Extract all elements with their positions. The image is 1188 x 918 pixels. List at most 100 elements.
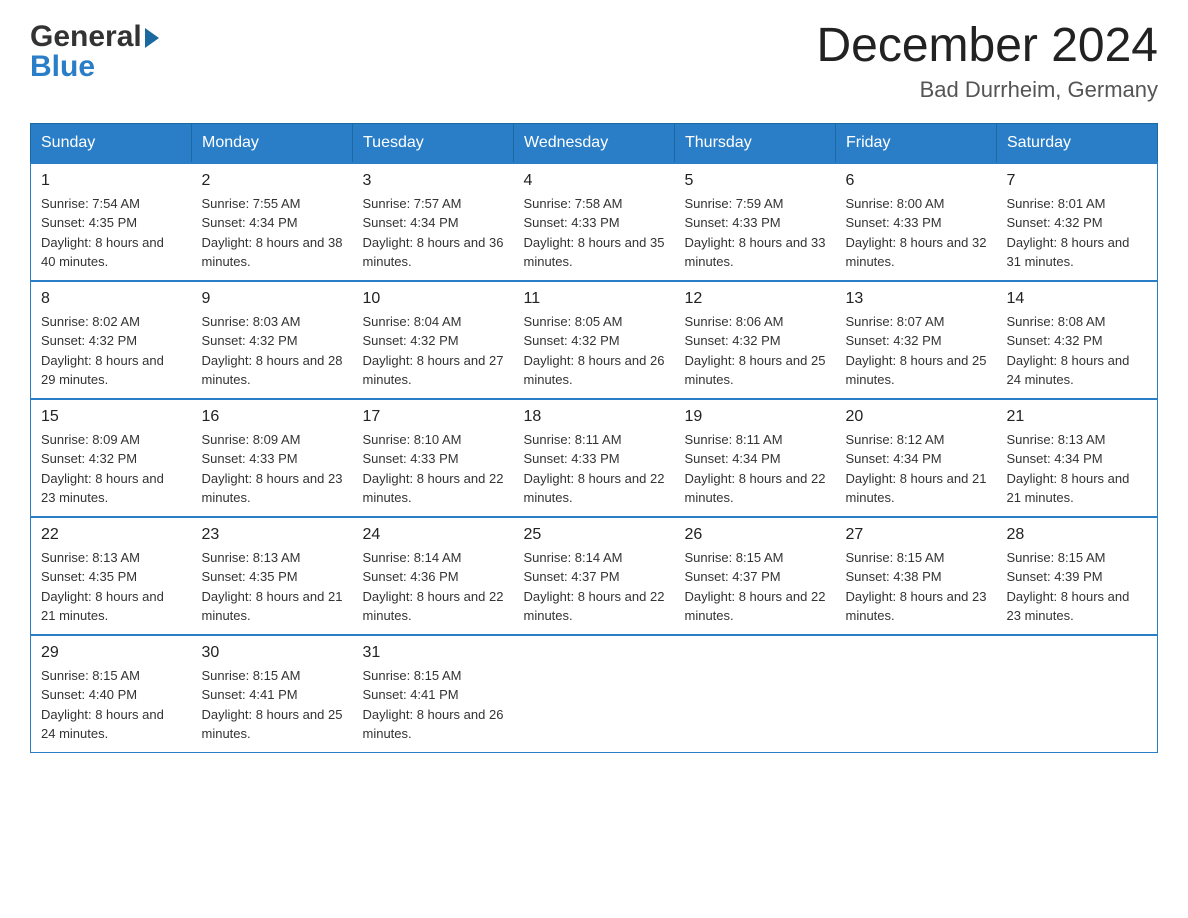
day-number: 27 [846,526,987,544]
page-header: General Blue December 2024 Bad Durrheim,… [30,20,1158,103]
calendar-header-row: SundayMondayTuesdayWednesdayThursdayFrid… [31,123,1158,163]
day-number: 24 [363,526,504,544]
calendar-table: SundayMondayTuesdayWednesdayThursdayFrid… [30,123,1158,753]
day-info: Sunrise: 7:54 AMSunset: 4:35 PMDaylight:… [41,194,182,272]
calendar-day-cell: 26 Sunrise: 8:15 AMSunset: 4:37 PMDaylig… [675,517,836,635]
calendar-week-row: 22 Sunrise: 8:13 AMSunset: 4:35 PMDaylig… [31,517,1158,635]
day-info: Sunrise: 8:15 AMSunset: 4:41 PMDaylight:… [202,666,343,744]
calendar-day-header: Friday [836,123,997,163]
day-number: 30 [202,644,343,662]
page-title: December 2024 [816,20,1158,73]
day-number: 14 [1007,290,1148,308]
day-number: 31 [363,644,504,662]
day-info: Sunrise: 8:02 AMSunset: 4:32 PMDaylight:… [41,312,182,390]
day-number: 23 [202,526,343,544]
calendar-day-cell: 11 Sunrise: 8:05 AMSunset: 4:32 PMDaylig… [514,281,675,399]
calendar-week-row: 8 Sunrise: 8:02 AMSunset: 4:32 PMDayligh… [31,281,1158,399]
day-info: Sunrise: 7:57 AMSunset: 4:34 PMDaylight:… [363,194,504,272]
day-info: Sunrise: 8:13 AMSunset: 4:35 PMDaylight:… [41,548,182,626]
calendar-day-cell: 29 Sunrise: 8:15 AMSunset: 4:40 PMDaylig… [31,635,192,753]
day-number: 28 [1007,526,1148,544]
day-info: Sunrise: 8:14 AMSunset: 4:37 PMDaylight:… [524,548,665,626]
calendar-day-cell [836,635,997,753]
day-number: 17 [363,408,504,426]
calendar-week-row: 15 Sunrise: 8:09 AMSunset: 4:32 PMDaylig… [31,399,1158,517]
day-info: Sunrise: 8:07 AMSunset: 4:32 PMDaylight:… [846,312,987,390]
day-info: Sunrise: 8:15 AMSunset: 4:38 PMDaylight:… [846,548,987,626]
day-number: 4 [524,172,665,190]
day-number: 15 [41,408,182,426]
day-info: Sunrise: 8:08 AMSunset: 4:32 PMDaylight:… [1007,312,1148,390]
calendar-day-cell: 3 Sunrise: 7:57 AMSunset: 4:34 PMDayligh… [353,163,514,281]
calendar-day-cell [675,635,836,753]
calendar-day-cell: 25 Sunrise: 8:14 AMSunset: 4:37 PMDaylig… [514,517,675,635]
day-number: 6 [846,172,987,190]
calendar-day-cell: 14 Sunrise: 8:08 AMSunset: 4:32 PMDaylig… [997,281,1158,399]
logo: General Blue [30,20,159,84]
logo-general-text: General [30,20,142,54]
logo-blue-text: Blue [30,50,159,84]
day-number: 19 [685,408,826,426]
calendar-day-cell [514,635,675,753]
calendar-day-cell: 27 Sunrise: 8:15 AMSunset: 4:38 PMDaylig… [836,517,997,635]
calendar-day-cell: 24 Sunrise: 8:14 AMSunset: 4:36 PMDaylig… [353,517,514,635]
day-number: 9 [202,290,343,308]
day-info: Sunrise: 8:09 AMSunset: 4:32 PMDaylight:… [41,430,182,508]
day-number: 5 [685,172,826,190]
calendar-day-cell: 13 Sunrise: 8:07 AMSunset: 4:32 PMDaylig… [836,281,997,399]
calendar-day-cell: 12 Sunrise: 8:06 AMSunset: 4:32 PMDaylig… [675,281,836,399]
day-number: 13 [846,290,987,308]
calendar-day-cell: 10 Sunrise: 8:04 AMSunset: 4:32 PMDaylig… [353,281,514,399]
calendar-day-cell: 9 Sunrise: 8:03 AMSunset: 4:32 PMDayligh… [192,281,353,399]
calendar-day-header: Tuesday [353,123,514,163]
day-info: Sunrise: 8:06 AMSunset: 4:32 PMDaylight:… [685,312,826,390]
day-number: 8 [41,290,182,308]
day-info: Sunrise: 8:12 AMSunset: 4:34 PMDaylight:… [846,430,987,508]
day-number: 7 [1007,172,1148,190]
day-number: 21 [1007,408,1148,426]
day-info: Sunrise: 7:59 AMSunset: 4:33 PMDaylight:… [685,194,826,272]
calendar-day-cell: 15 Sunrise: 8:09 AMSunset: 4:32 PMDaylig… [31,399,192,517]
calendar-day-cell: 1 Sunrise: 7:54 AMSunset: 4:35 PMDayligh… [31,163,192,281]
day-number: 11 [524,290,665,308]
day-number: 18 [524,408,665,426]
day-info: Sunrise: 8:15 AMSunset: 4:39 PMDaylight:… [1007,548,1148,626]
calendar-day-cell: 21 Sunrise: 8:13 AMSunset: 4:34 PMDaylig… [997,399,1158,517]
day-info: Sunrise: 8:11 AMSunset: 4:34 PMDaylight:… [685,430,826,508]
day-info: Sunrise: 8:00 AMSunset: 4:33 PMDaylight:… [846,194,987,272]
day-info: Sunrise: 8:03 AMSunset: 4:32 PMDaylight:… [202,312,343,390]
day-info: Sunrise: 8:11 AMSunset: 4:33 PMDaylight:… [524,430,665,508]
day-info: Sunrise: 7:58 AMSunset: 4:33 PMDaylight:… [524,194,665,272]
day-info: Sunrise: 8:14 AMSunset: 4:36 PMDaylight:… [363,548,504,626]
calendar-day-header: Sunday [31,123,192,163]
logo-arrow-icon [145,28,159,48]
calendar-day-cell: 2 Sunrise: 7:55 AMSunset: 4:34 PMDayligh… [192,163,353,281]
page-subtitle: Bad Durrheim, Germany [816,77,1158,103]
calendar-week-row: 29 Sunrise: 8:15 AMSunset: 4:40 PMDaylig… [31,635,1158,753]
calendar-day-cell: 7 Sunrise: 8:01 AMSunset: 4:32 PMDayligh… [997,163,1158,281]
calendar-day-header: Wednesday [514,123,675,163]
day-number: 2 [202,172,343,190]
calendar-day-cell: 17 Sunrise: 8:10 AMSunset: 4:33 PMDaylig… [353,399,514,517]
calendar-day-cell: 16 Sunrise: 8:09 AMSunset: 4:33 PMDaylig… [192,399,353,517]
calendar-day-header: Saturday [997,123,1158,163]
day-info: Sunrise: 8:10 AMSunset: 4:33 PMDaylight:… [363,430,504,508]
day-number: 29 [41,644,182,662]
calendar-day-cell: 5 Sunrise: 7:59 AMSunset: 4:33 PMDayligh… [675,163,836,281]
day-info: Sunrise: 8:04 AMSunset: 4:32 PMDaylight:… [363,312,504,390]
calendar-day-cell: 30 Sunrise: 8:15 AMSunset: 4:41 PMDaylig… [192,635,353,753]
day-info: Sunrise: 8:05 AMSunset: 4:32 PMDaylight:… [524,312,665,390]
calendar-day-cell: 8 Sunrise: 8:02 AMSunset: 4:32 PMDayligh… [31,281,192,399]
day-number: 22 [41,526,182,544]
day-number: 25 [524,526,665,544]
calendar-day-cell: 6 Sunrise: 8:00 AMSunset: 4:33 PMDayligh… [836,163,997,281]
day-info: Sunrise: 8:15 AMSunset: 4:40 PMDaylight:… [41,666,182,744]
day-number: 16 [202,408,343,426]
title-block: December 2024 Bad Durrheim, Germany [816,20,1158,103]
day-info: Sunrise: 8:01 AMSunset: 4:32 PMDaylight:… [1007,194,1148,272]
day-number: 10 [363,290,504,308]
calendar-day-cell: 23 Sunrise: 8:13 AMSunset: 4:35 PMDaylig… [192,517,353,635]
day-number: 1 [41,172,182,190]
day-number: 26 [685,526,826,544]
calendar-week-row: 1 Sunrise: 7:54 AMSunset: 4:35 PMDayligh… [31,163,1158,281]
